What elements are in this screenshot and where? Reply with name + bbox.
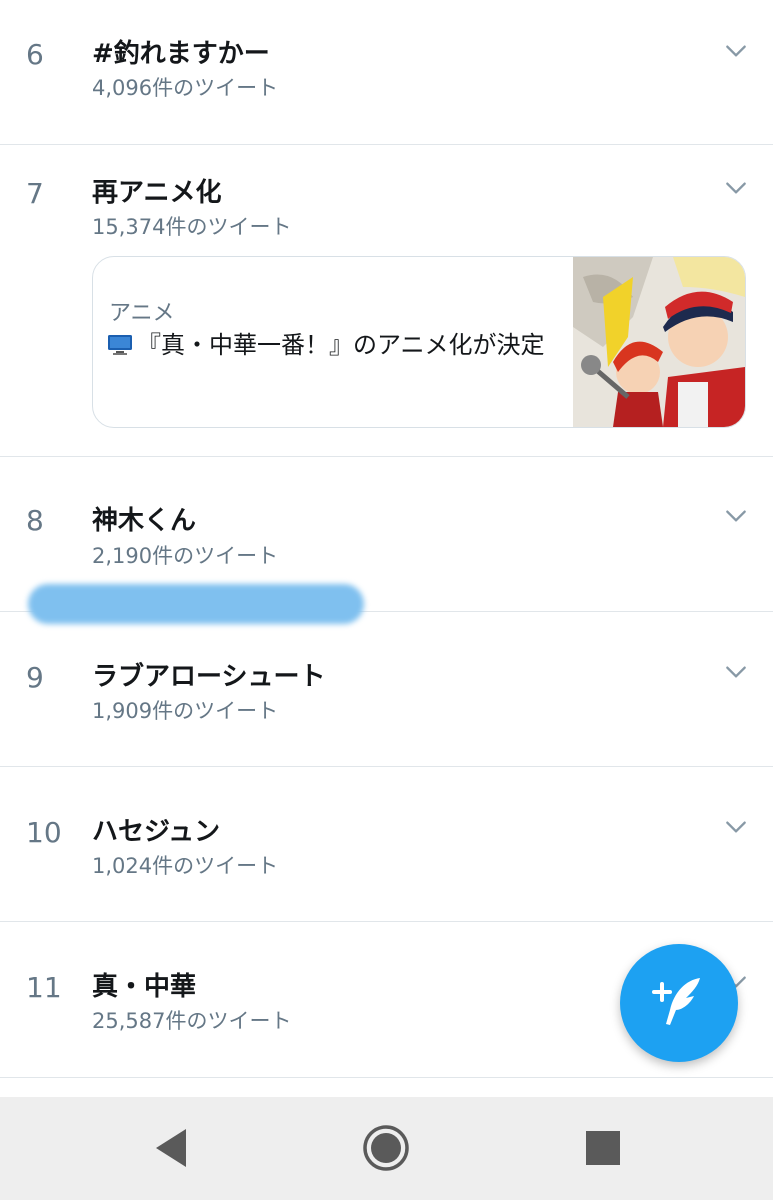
compose-tweet-icon	[652, 978, 700, 1025]
trend-rank: 11	[26, 971, 62, 1004]
chevron-down-icon[interactable]	[723, 503, 749, 529]
tv-icon	[107, 330, 133, 355]
trend-rank: 8	[26, 504, 44, 537]
trend-rank: 9	[26, 661, 44, 694]
trend-title: #釣れますかー	[92, 39, 270, 69]
trend-row[interactable]: 10 ハセジュン 1,024件のツイート	[0, 766, 773, 922]
back-triangle-icon[interactable]	[148, 1123, 198, 1173]
chevron-down-icon[interactable]	[723, 659, 749, 685]
card-thumbnail[interactable]	[573, 257, 745, 427]
trend-rank: 6	[26, 38, 44, 71]
trend-count: 25,587件のツイート	[92, 1009, 292, 1033]
trend-rank: 10	[26, 816, 62, 849]
trend-count: 15,374件のツイート	[92, 215, 292, 239]
trend-count: 2,190件のツイート	[92, 544, 279, 568]
trend-title: ラブアローシュート	[92, 662, 326, 692]
card-category: アニメ	[109, 301, 175, 326]
system-navigation-bar	[0, 1097, 773, 1200]
news-card[interactable]: アニメ 『真・中華一番！』のアニメ化が決定	[92, 256, 746, 428]
chevron-down-icon[interactable]	[723, 814, 749, 840]
trend-title: ハセジュン	[92, 817, 221, 847]
chevron-down-icon[interactable]	[723, 175, 749, 201]
chevron-down-icon[interactable]	[723, 38, 749, 64]
card-headline-text: 『真・中華一番！』のアニメ化が決定	[137, 331, 545, 359]
card-headline: 『真・中華一番！』のアニメ化が決定	[107, 327, 567, 363]
trend-row[interactable]: 9 ラブアローシュート 1,909件のツイート	[0, 611, 773, 767]
trend-rank: 7	[26, 177, 44, 210]
trend-count: 1,024件のツイート	[92, 854, 279, 878]
trend-count: 1,909件のツイート	[92, 699, 279, 723]
compose-tweet-button[interactable]	[620, 944, 738, 1062]
recents-square-icon[interactable]	[578, 1123, 628, 1173]
trend-title: 神木くん	[92, 506, 197, 536]
home-circle-icon[interactable]	[361, 1123, 411, 1173]
trend-count: 4,096件のツイート	[92, 76, 279, 100]
trend-title: 真・中華	[92, 972, 197, 1002]
trend-row[interactable]: 6 #釣れますかー 4,096件のツイート	[0, 0, 773, 145]
trend-title: 再アニメ化	[92, 178, 222, 208]
